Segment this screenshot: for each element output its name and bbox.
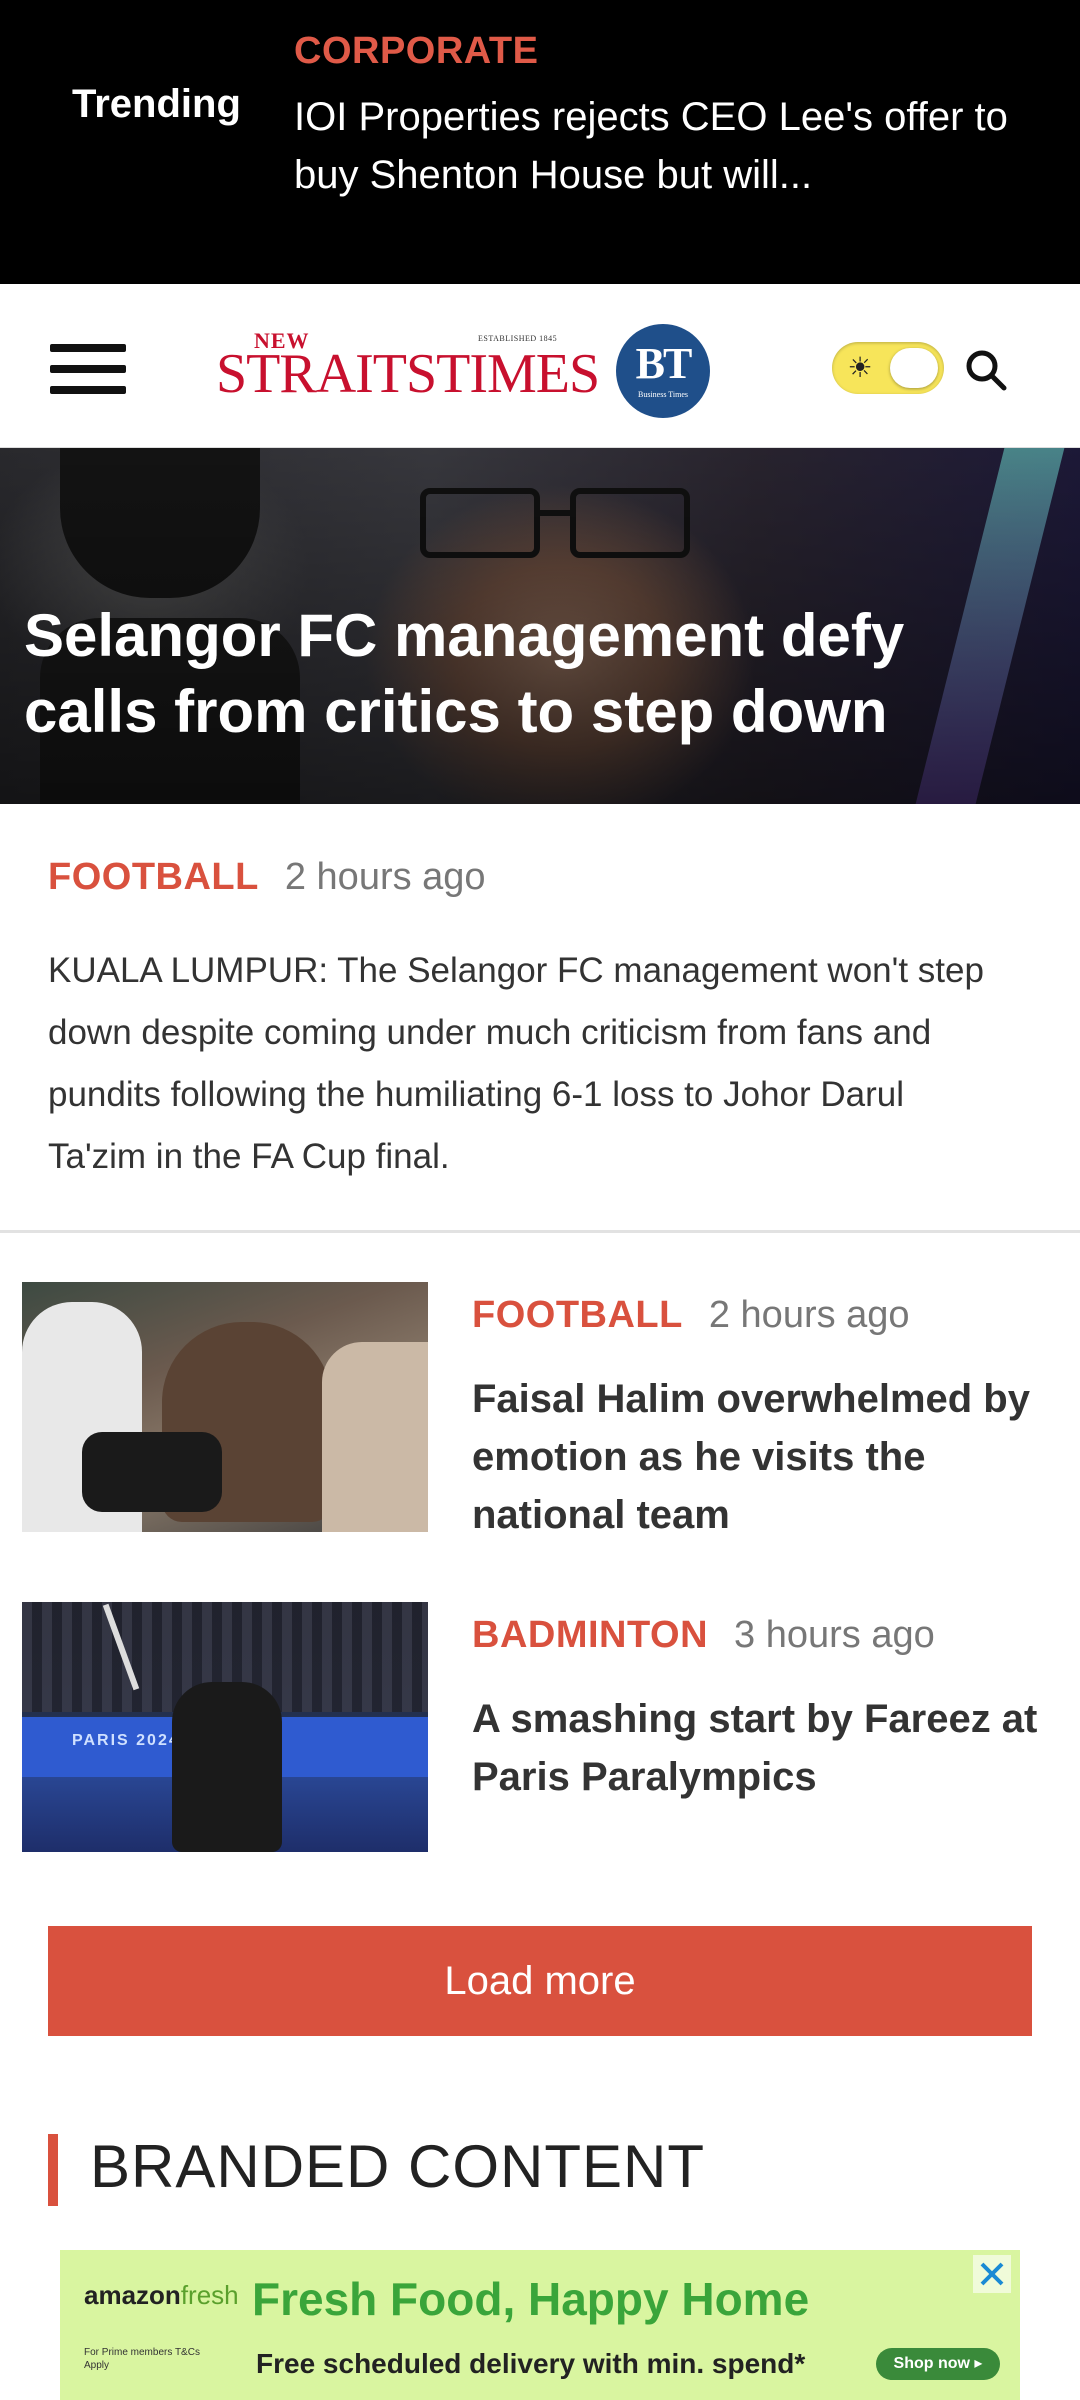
trending-category[interactable]: CORPORATE [294, 30, 538, 73]
branded-content-heading: BRANDED CONTENT [90, 2133, 706, 2200]
article-time: 3 hours ago [734, 1614, 935, 1656]
article-item[interactable]: FOOTBALL 2 hours ago Faisal Halim overwhe… [0, 1282, 1080, 1537]
section-accent-bar [48, 2134, 58, 2206]
close-icon[interactable] [972, 2254, 1012, 2294]
ad-shop-button[interactable]: Shop now ▸ [876, 2348, 1000, 2380]
ad-brand-logo: amazonfresh [84, 2280, 239, 2310]
bt-logo[interactable]: BT Business Times [616, 324, 710, 418]
article-title[interactable]: Faisal Halim overwhelmed by emotion as h… [472, 1370, 1052, 1544]
thumbnail-board-text: PARIS 2024 [72, 1732, 180, 1749]
hero-image[interactable]: Selangor FC management defy calls from c… [0, 448, 1080, 804]
trending-label: Trending [72, 82, 241, 126]
article-title[interactable]: A smashing start by Fareez at Paris Para… [472, 1690, 1052, 1806]
article-meta: FOOTBALL 2 hours ago [472, 1294, 910, 1337]
hero-title[interactable]: Selangor FC management defy calls from c… [24, 598, 1024, 750]
ad-banner[interactable]: amazonfresh Fresh Food, Happy Home For P… [60, 2250, 1020, 2400]
ad-terms: For Prime members T&Cs Apply [84, 2347, 200, 2371]
trending-bar[interactable]: Trending CORPORATE IOI Properties reject… [0, 0, 1080, 284]
ad-headline: Fresh Food, Happy Home [252, 2273, 810, 2325]
nst-logo[interactable]: NEW ESTABLISHED 1845 STRAITSTIMES [216, 328, 600, 408]
toggle-knob [890, 348, 938, 388]
article-category[interactable]: FOOTBALL [472, 1294, 683, 1336]
bt-logo-sub: Business Times [637, 390, 689, 399]
article-item[interactable]: PARIS 2024 BADMINTON 3 hours ago A smashi… [0, 1602, 1080, 1852]
search-icon[interactable] [962, 346, 1010, 394]
article-thumbnail[interactable] [22, 1282, 428, 1532]
bt-logo-text: BT [635, 339, 693, 388]
article-meta: BADMINTON 3 hours ago [472, 1614, 935, 1657]
sun-icon: ☀ [847, 352, 873, 383]
load-more-button[interactable]: Load more [48, 1926, 1032, 2036]
article-category[interactable]: BADMINTON [472, 1614, 708, 1656]
ad-subline: Free scheduled delivery with min. spend* [256, 2348, 806, 2379]
menu-icon[interactable] [50, 344, 126, 394]
nst-logo-text: STRAITSTIMES [216, 343, 600, 405]
lead-story-meta: FOOTBALL 2 hours ago [48, 856, 486, 899]
article-time: 2 hours ago [708, 1294, 910, 1336]
site-header: NEW ESTABLISHED 1845 STRAITSTIMES BT Bus… [0, 284, 1080, 448]
trending-headline[interactable]: IOI Properties rejects CEO Lee's offer t… [294, 88, 1034, 204]
lead-excerpt[interactable]: KUALA LUMPUR: The Selangor FC management… [48, 940, 1008, 1188]
divider [0, 1230, 1080, 1233]
article-thumbnail[interactable]: PARIS 2024 [22, 1602, 428, 1852]
lead-category[interactable]: FOOTBALL [48, 856, 259, 898]
theme-toggle[interactable]: ☀ [832, 342, 944, 394]
lead-time: 2 hours ago [284, 856, 486, 898]
